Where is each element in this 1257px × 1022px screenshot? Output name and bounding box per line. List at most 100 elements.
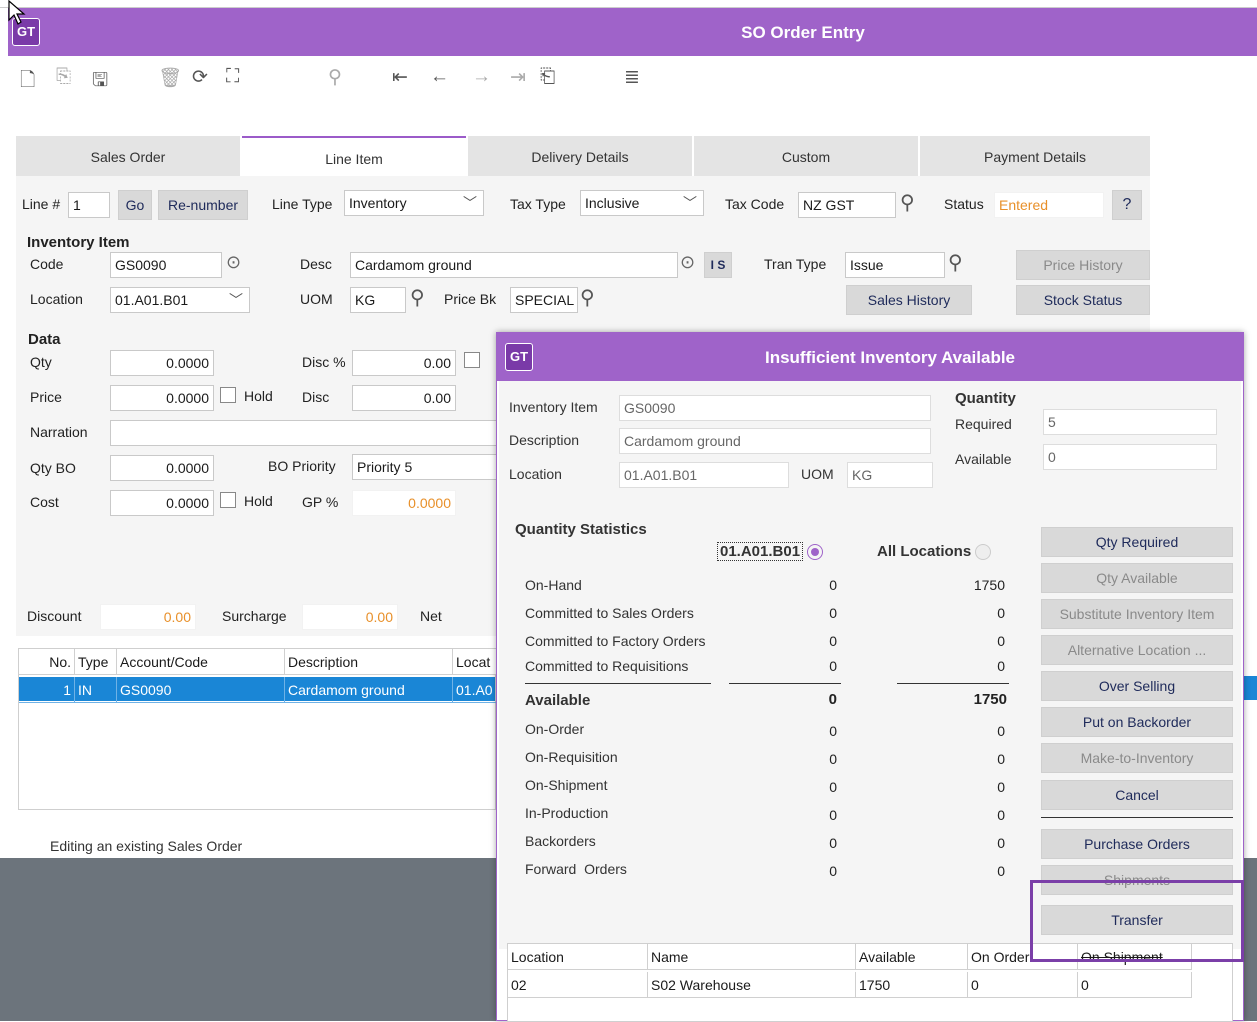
- qty-input[interactable]: 0.0000: [110, 350, 214, 376]
- data-heading: Data: [28, 331, 61, 348]
- substitute-inventory-button[interactable]: Substitute Inventory Item: [1041, 599, 1233, 629]
- cost-hold-checkbox[interactable]: [220, 492, 236, 508]
- binoculars-icon[interactable]: ⚲: [328, 66, 342, 89]
- radio-selected-icon[interactable]: [807, 544, 824, 561]
- lookup-icon[interactable]: ⊙: [680, 252, 695, 273]
- price-input[interactable]: 0.0000: [110, 385, 214, 411]
- refresh-icon[interactable]: ⟳: [192, 66, 208, 89]
- over-selling-button[interactable]: Over Selling: [1041, 671, 1233, 701]
- disc-label: Disc: [302, 389, 330, 405]
- search-icon[interactable]: ⚲: [948, 250, 963, 275]
- copy-icon[interactable]: ⎘: [56, 66, 71, 88]
- desc-input[interactable]: Cardamom ground: [350, 252, 678, 278]
- sales-history-button[interactable]: Sales History: [846, 285, 972, 315]
- qty-available-button[interactable]: Qty Available: [1041, 563, 1233, 593]
- price-label: Price: [30, 389, 62, 405]
- grid-cell-location[interactable]: 02: [508, 972, 648, 998]
- line-label: Line #: [22, 196, 61, 212]
- lookup-icon[interactable]: ⊙: [226, 252, 241, 273]
- price-bk-input[interactable]: SPECIAL: [510, 287, 578, 313]
- discount-label: Discount: [27, 608, 82, 624]
- tab-custom[interactable]: Custom: [694, 136, 918, 176]
- tab-sales-order[interactable]: Sales Order: [16, 136, 240, 176]
- surcharge-value: 0.00: [302, 604, 398, 630]
- stat-committed-factory: Committed to Factory Orders: [525, 633, 706, 649]
- narration-input[interactable]: [110, 420, 500, 446]
- search-icon[interactable]: ⚲: [580, 285, 595, 310]
- grid-cell-available[interactable]: 1750: [856, 972, 968, 998]
- grid-cell-on-order[interactable]: 0: [968, 972, 1078, 998]
- lines-grid[interactable]: No. Type Account/Code Description Locat …: [18, 648, 497, 810]
- print-icon[interactable]: ≣: [624, 66, 640, 89]
- uom-input[interactable]: KG: [350, 287, 406, 313]
- qty-bo-input[interactable]: 0.0000: [110, 455, 214, 481]
- row-location: 01.A0: [453, 677, 497, 703]
- cancel-button[interactable]: Cancel: [1041, 780, 1233, 810]
- stat-committed-factory-loc: 0: [829, 633, 837, 649]
- tax-type-select[interactable]: Inclusive ﹀: [580, 190, 704, 216]
- tax-code-input[interactable]: NZ GST: [798, 192, 896, 218]
- qty-label: Qty: [30, 354, 52, 370]
- bo-priority-select[interactable]: Priority 5: [352, 454, 500, 480]
- uom-label: UOM: [801, 466, 834, 482]
- line-type-select[interactable]: Inventory ﹀: [344, 190, 484, 216]
- qty-bo-label: Qty BO: [30, 460, 76, 476]
- tab-payment-details[interactable]: Payment Details: [920, 136, 1150, 176]
- purchase-orders-button[interactable]: Purchase Orders: [1041, 829, 1233, 859]
- inventory-item-heading: Inventory Item: [27, 234, 130, 251]
- tax-code-label: Tax Code: [725, 196, 785, 212]
- put-on-backorder-button[interactable]: Put on Backorder: [1041, 707, 1233, 737]
- next-icon[interactable]: →: [472, 66, 491, 88]
- code-input[interactable]: GS0090: [110, 252, 222, 278]
- renumber-button[interactable]: Re-number: [158, 190, 248, 220]
- location-select[interactable]: 01.A01.B01 ﹀: [110, 287, 250, 313]
- tab-delivery-details[interactable]: Delivery Details: [468, 136, 692, 176]
- disc-input[interactable]: 0.00: [352, 385, 456, 411]
- disc-pct-input[interactable]: 0.00: [352, 350, 456, 376]
- stock-status-button[interactable]: Stock Status: [1016, 285, 1150, 315]
- cost-input[interactable]: 0.0000: [110, 490, 214, 516]
- stat-backorders-all: 0: [997, 835, 1005, 851]
- import-icon[interactable]: ⎗: [540, 66, 555, 88]
- last-icon[interactable]: ⇥: [510, 66, 526, 89]
- help-icon[interactable]: ?: [1112, 190, 1142, 220]
- divider: [729, 683, 841, 684]
- prev-icon[interactable]: ←: [430, 66, 449, 88]
- tree-icon[interactable]: ⛶: [226, 66, 239, 88]
- new-icon[interactable]: 🗋: [20, 66, 35, 98]
- description-label: Description: [509, 432, 580, 448]
- grid-header: Locat: [453, 649, 497, 675]
- save-icon[interactable]: 🖫: [92, 66, 108, 98]
- location-column-option[interactable]: 01.A01.B01: [717, 542, 824, 561]
- alternative-location-button[interactable]: Alternative Location ...: [1041, 635, 1233, 665]
- code-label: Code: [30, 256, 64, 272]
- tab-line-item[interactable]: Line Item: [242, 136, 466, 176]
- price-hold-checkbox[interactable]: [220, 387, 236, 403]
- go-button[interactable]: Go: [118, 190, 152, 220]
- is-button[interactable]: I S: [704, 252, 732, 278]
- stat-on-order: On-Order: [525, 721, 585, 737]
- all-locations-option[interactable]: All Locations: [877, 543, 992, 561]
- search-icon[interactable]: ⚲: [410, 285, 425, 310]
- uom-label: UOM: [300, 291, 333, 307]
- radio-unselected-icon[interactable]: [975, 544, 992, 561]
- line-number-input[interactable]: 1: [68, 192, 110, 218]
- search-icon[interactable]: ⚲: [900, 190, 915, 215]
- price-bk-label: Price Bk: [444, 291, 497, 307]
- grid-cell-on-shipment[interactable]: 0: [1078, 972, 1192, 998]
- stat-in-production: In-Production: [525, 805, 609, 821]
- qty-required-button[interactable]: Qty Required: [1041, 527, 1233, 557]
- tran-type-label: Tran Type: [764, 256, 827, 272]
- stat-available-loc: 0: [828, 691, 837, 708]
- disc-pct-label: Disc %: [302, 354, 346, 370]
- stat-on-order-all: 0: [997, 723, 1005, 739]
- tran-type-input[interactable]: Issue: [845, 252, 945, 278]
- disc-hold-checkbox[interactable]: [464, 352, 480, 368]
- make-to-inventory-button[interactable]: Make-to-Inventory: [1041, 743, 1233, 773]
- inventory-item-label: Inventory Item: [509, 399, 598, 415]
- delete-icon[interactable]: 🗑: [158, 66, 182, 90]
- grid-cell-name[interactable]: S02 Warehouse: [648, 972, 856, 998]
- first-icon[interactable]: ⇤: [392, 66, 408, 89]
- price-history-button[interactable]: Price History: [1016, 250, 1150, 280]
- stat-committed-sales-loc: 0: [829, 605, 837, 621]
